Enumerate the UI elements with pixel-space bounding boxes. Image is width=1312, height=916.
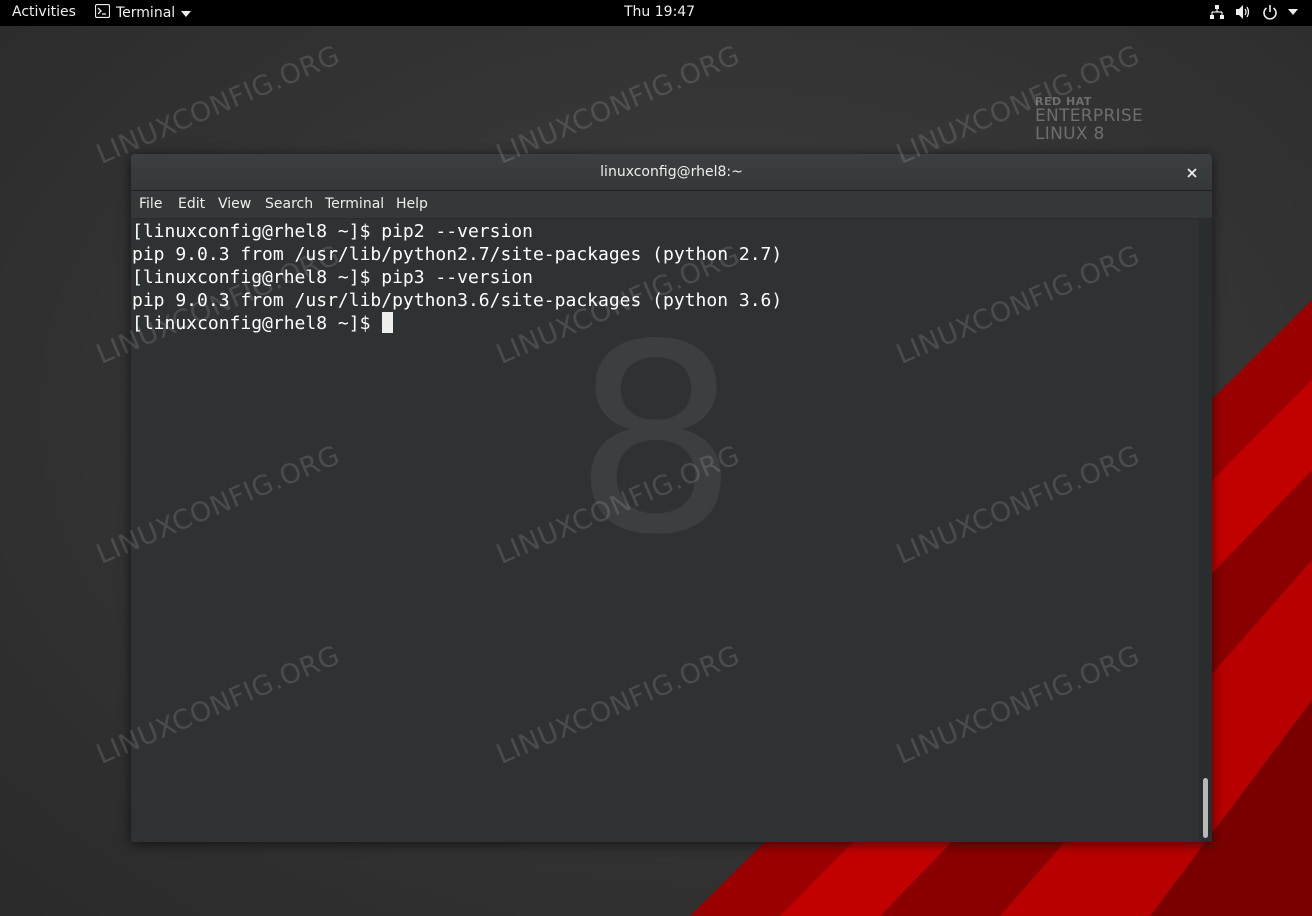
terminal-output[interactable]: [linuxconfig@rhel8 ~]$ pip2 --version pi… — [131, 219, 1199, 842]
terminal-line: [linuxconfig@rhel8 ~]$ pip2 --version — [132, 221, 533, 242]
terminal-cursor — [382, 312, 394, 333]
menu-bar: File Edit View Search Terminal Help — [131, 191, 1212, 219]
terminal-line: [linuxconfig@rhel8 ~]$ pip3 --version — [132, 267, 533, 288]
menu-search[interactable]: Search — [265, 196, 313, 212]
app-menu-button[interactable]: Terminal — [94, 3, 192, 22]
scrollbar-thumb[interactable] — [1203, 778, 1208, 838]
rhel-branding: RED HAT ENTERPRISE LINUX 8 — [1035, 96, 1143, 143]
terminal-line: pip 9.0.3 from /usr/lib/python3.6/site-p… — [132, 290, 783, 311]
app-menu-label: Terminal — [116, 5, 176, 21]
terminal-prompt-line: [linuxconfig@rhel8 ~]$ — [132, 312, 394, 335]
activities-button[interactable]: Activities — [12, 4, 76, 20]
desktop: RED HAT ENTERPRISE LINUX 8 Activities Te… — [0, 0, 1312, 916]
terminal-line: pip 9.0.3 from /usr/lib/python2.7/site-p… — [132, 244, 783, 265]
terminal-icon — [94, 3, 111, 22]
menu-help[interactable]: Help — [396, 196, 428, 212]
menu-view[interactable]: View — [218, 196, 251, 212]
system-menu[interactable] — [1209, 4, 1298, 20]
menu-terminal[interactable]: Terminal — [325, 196, 384, 212]
close-button[interactable] — [1182, 162, 1202, 182]
terminal-prompt: [linuxconfig@rhel8 ~]$ — [132, 313, 382, 334]
terminal-window[interactable]: 8 linuxconfig@rhel8:~ File Edit View Sea… — [131, 154, 1212, 842]
brand-line2: ENTERPRISE — [1035, 106, 1144, 126]
menu-file[interactable]: File — [139, 196, 162, 212]
chevron-down-icon — [181, 5, 192, 21]
power-icon — [1262, 4, 1278, 20]
window-title: linuxconfig@rhel8:~ — [600, 164, 743, 180]
close-icon — [1187, 163, 1197, 182]
window-titlebar[interactable]: linuxconfig@rhel8:~ — [131, 154, 1212, 191]
menu-edit[interactable]: Edit — [178, 196, 205, 212]
brand-line3: LINUX 8 — [1035, 124, 1105, 144]
scrollbar[interactable] — [1199, 219, 1212, 842]
clock[interactable]: Thu 19:47 — [624, 4, 695, 20]
volume-icon — [1235, 4, 1252, 20]
top-bar: Activities Terminal Thu 19:47 — [0, 0, 1312, 26]
network-icon — [1209, 4, 1225, 20]
dropdown-arrow-icon — [1288, 9, 1298, 15]
